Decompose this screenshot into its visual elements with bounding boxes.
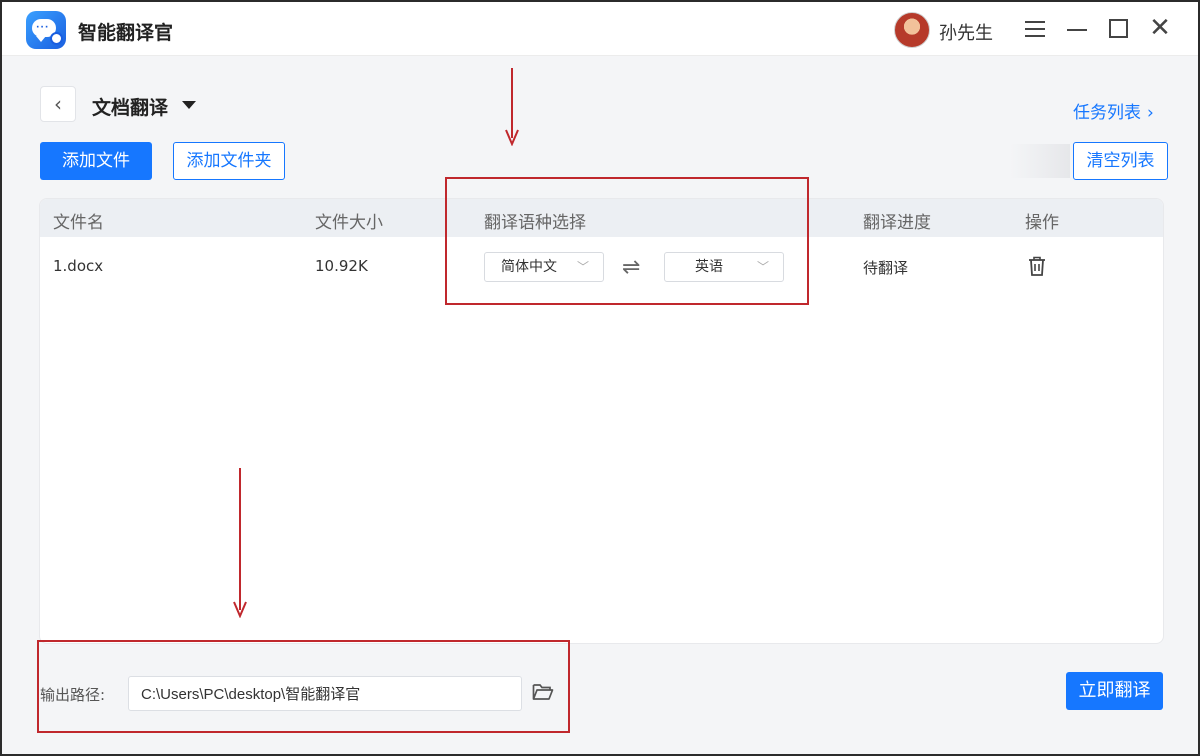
column-progress: 翻译进度	[863, 213, 931, 233]
chevron-left-icon: ‹	[54, 92, 62, 116]
minimize-icon[interactable]	[1064, 16, 1090, 42]
clear-button-shadow	[1010, 144, 1070, 178]
page-title[interactable]: 文档翻译	[92, 93, 168, 120]
close-icon[interactable]: ✕	[1147, 15, 1173, 42]
annotation-arrow-bottom	[233, 468, 247, 618]
column-filesize: 文件大小	[315, 213, 383, 233]
annotation-arrow-top	[505, 68, 519, 146]
task-list-label: 任务列表	[1073, 103, 1141, 123]
app-logo-icon: ···	[26, 11, 66, 49]
add-folder-button[interactable]: 添加文件夹	[173, 142, 285, 180]
annotation-box-output	[37, 640, 570, 733]
menu-icon[interactable]	[1022, 16, 1048, 42]
row-filesize: 10.92K	[315, 257, 368, 275]
task-list-link[interactable]: 任务列表 ›	[1073, 98, 1154, 123]
app-window: ··· 智能翻译官 孙先生 ✕ ‹ 文档翻译 任务列表 › 添加文件 添加文件夹 …	[0, 0, 1200, 756]
column-filename: 文件名	[53, 213, 104, 233]
maximize-icon[interactable]	[1106, 16, 1132, 42]
annotation-box-language	[445, 177, 809, 305]
trash-icon[interactable]	[1027, 255, 1047, 277]
chevron-right-icon: ›	[1147, 103, 1154, 123]
column-actions: 操作	[1025, 213, 1059, 233]
add-file-button[interactable]: 添加文件	[40, 142, 152, 180]
back-button[interactable]: ‹	[40, 86, 76, 122]
user-avatar[interactable]	[894, 12, 930, 48]
row-progress: 待翻译	[863, 259, 909, 277]
user-name[interactable]: 孙先生	[939, 19, 993, 45]
translate-now-button[interactable]: 立即翻译	[1066, 672, 1163, 710]
clear-list-button[interactable]: 清空列表	[1073, 142, 1168, 180]
title-bar: ··· 智能翻译官 孙先生 ✕	[2, 2, 1198, 56]
caret-down-icon[interactable]	[182, 101, 196, 109]
row-filename: 1.docx	[53, 257, 104, 275]
app-title: 智能翻译官	[78, 22, 174, 44]
